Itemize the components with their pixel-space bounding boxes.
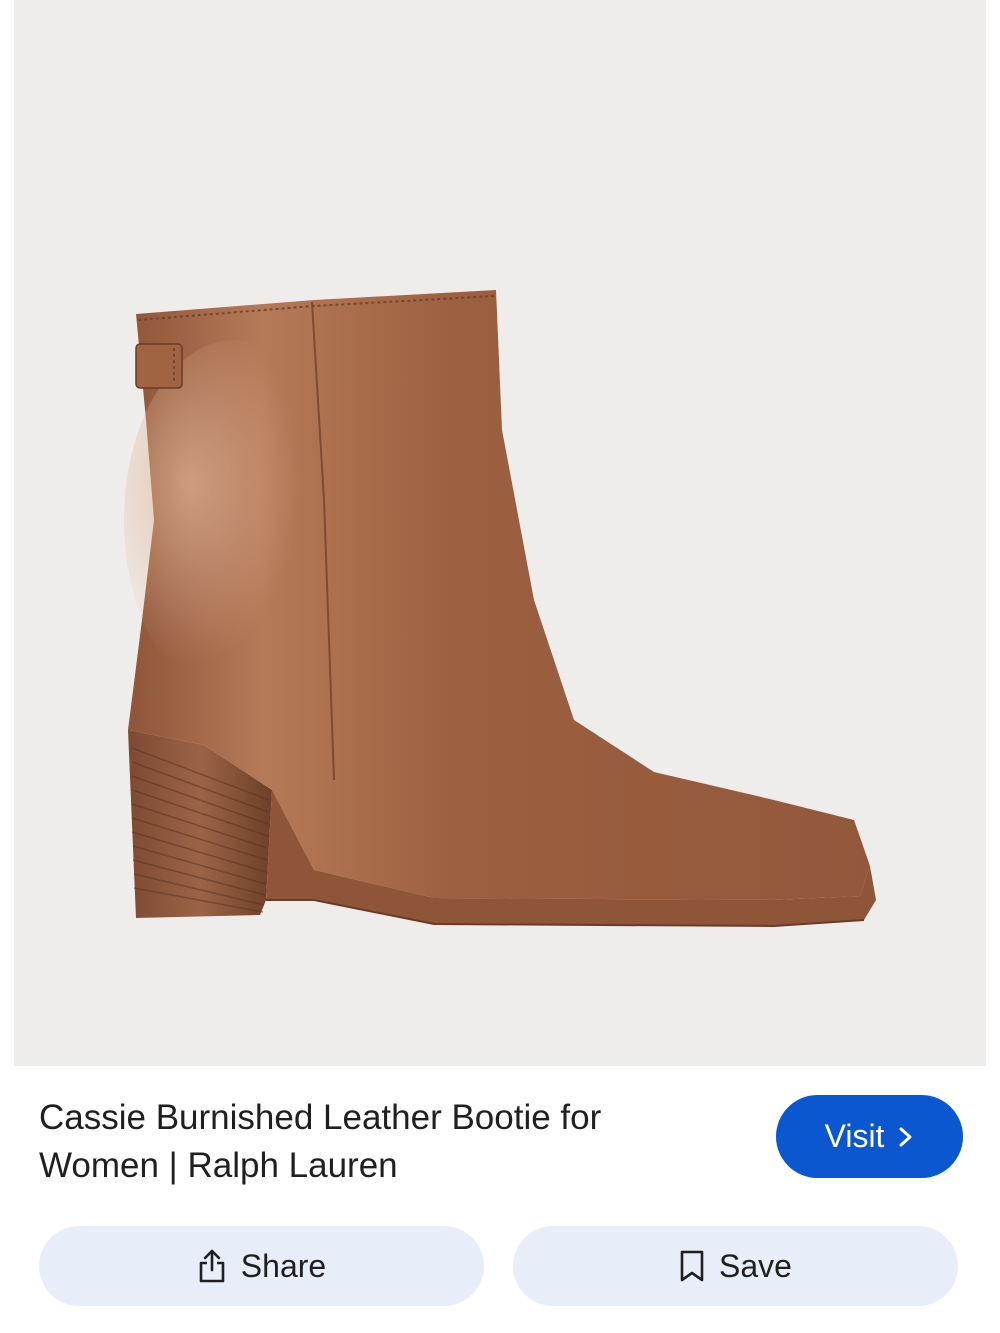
share-icon xyxy=(197,1248,227,1284)
product-title-line-1: Cassie Burnished Leather Bootie for xyxy=(39,1098,602,1137)
chevron-right-icon xyxy=(898,1126,914,1148)
visit-button[interactable]: Visit xyxy=(776,1095,963,1178)
ankle-boot-illustration xyxy=(124,290,876,928)
save-button-label: Save xyxy=(719,1247,792,1284)
visit-button-label: Visit xyxy=(824,1118,885,1154)
product-image[interactable] xyxy=(14,0,986,1066)
bookmark-icon xyxy=(679,1249,705,1283)
share-button[interactable]: Share xyxy=(39,1226,484,1306)
save-button[interactable]: Save xyxy=(513,1226,958,1306)
product-title[interactable]: Cassie Burnished Leather Bootie for Wome… xyxy=(39,1094,739,1190)
share-button-label: Share xyxy=(240,1247,327,1284)
product-title-line-2: Women | Ralph Lauren xyxy=(39,1146,398,1185)
